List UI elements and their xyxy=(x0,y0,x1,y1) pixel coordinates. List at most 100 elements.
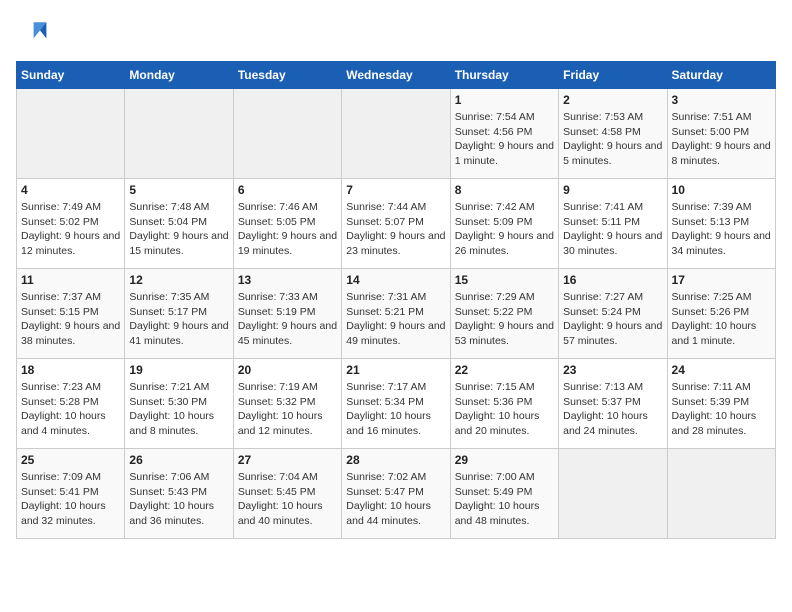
calendar-cell: 28 Sunrise: 7:02 AMSunset: 5:47 PMDayligh… xyxy=(342,449,450,539)
calendar-cell xyxy=(233,89,341,179)
column-header-thursday: Thursday xyxy=(450,62,558,89)
calendar-cell: 1 Sunrise: 7:54 AMSunset: 4:56 PMDaylight… xyxy=(450,89,558,179)
calendar-week-row: 11 Sunrise: 7:37 AMSunset: 5:15 PMDayligh… xyxy=(17,269,776,359)
day-number: 3 xyxy=(672,93,771,107)
day-number: 25 xyxy=(21,453,120,467)
calendar-cell: 6Sunrise: 7:46 AMSunset: 5:05 PMDaylight… xyxy=(233,179,341,269)
calendar-cell: 8 Sunrise: 7:42 AMSunset: 5:09 PMDaylight… xyxy=(450,179,558,269)
day-info: Sunrise: 7:51 AMSunset: 5:00 PMDaylight:… xyxy=(672,110,771,169)
day-info: Sunrise: 7:19 AMSunset: 5:32 PMDaylight:… xyxy=(238,380,337,439)
day-number: 26 xyxy=(129,453,228,467)
day-number: 5 xyxy=(129,183,228,197)
calendar-cell: 23 Sunrise: 7:13 AMSunset: 5:37 PMDayligh… xyxy=(559,359,667,449)
logo-icon xyxy=(16,16,48,48)
day-number: 14 xyxy=(346,273,445,287)
day-number: 4 xyxy=(21,183,120,197)
day-info: Sunrise: 7:11 AMSunset: 5:39 PMDaylight:… xyxy=(672,380,771,439)
calendar-cell: 22 Sunrise: 7:15 AMSunset: 5:36 PMDayligh… xyxy=(450,359,558,449)
day-info: Sunrise: 7:09 AMSunset: 5:41 PMDaylight:… xyxy=(21,470,120,529)
day-info: Sunrise: 7:21 AMSunset: 5:30 PMDaylight:… xyxy=(129,380,228,439)
day-number: 12 xyxy=(129,273,228,287)
calendar-cell: 27 Sunrise: 7:04 AMSunset: 5:45 PMDayligh… xyxy=(233,449,341,539)
day-number: 1 xyxy=(455,93,554,107)
calendar-header-row: SundayMondayTuesdayWednesdayThursdayFrid… xyxy=(17,62,776,89)
day-info: Sunrise: 7:35 AMSunset: 5:17 PMDaylight:… xyxy=(129,290,228,349)
calendar-cell xyxy=(667,449,775,539)
day-number: 20 xyxy=(238,363,337,377)
day-info: Sunrise: 7:53 AMSunset: 4:58 PMDaylight:… xyxy=(563,110,662,169)
calendar-cell: 14 Sunrise: 7:31 AMSunset: 5:21 PMDayligh… xyxy=(342,269,450,359)
day-number: 8 xyxy=(455,183,554,197)
day-number: 19 xyxy=(129,363,228,377)
day-number: 24 xyxy=(672,363,771,377)
calendar-cell: 10 Sunrise: 7:39 AMSunset: 5:13 PMDayligh… xyxy=(667,179,775,269)
calendar-week-row: 1 Sunrise: 7:54 AMSunset: 4:56 PMDaylight… xyxy=(17,89,776,179)
calendar-cell: 11 Sunrise: 7:37 AMSunset: 5:15 PMDayligh… xyxy=(17,269,125,359)
day-info: Sunrise: 7:37 AMSunset: 5:15 PMDaylight:… xyxy=(21,290,120,349)
day-number: 2 xyxy=(563,93,662,107)
calendar-cell: 24 Sunrise: 7:11 AMSunset: 5:39 PMDayligh… xyxy=(667,359,775,449)
day-number: 23 xyxy=(563,363,662,377)
calendar-cell: 7 Sunrise: 7:44 AMSunset: 5:07 PMDaylight… xyxy=(342,179,450,269)
day-info: Sunrise: 7:13 AMSunset: 5:37 PMDaylight:… xyxy=(563,380,662,439)
day-number: 15 xyxy=(455,273,554,287)
calendar-cell: 26 Sunrise: 7:06 AMSunset: 5:43 PMDayligh… xyxy=(125,449,233,539)
day-info: Sunrise: 7:15 AMSunset: 5:36 PMDaylight:… xyxy=(455,380,554,439)
column-header-wednesday: Wednesday xyxy=(342,62,450,89)
day-info: Sunrise: 7:44 AMSunset: 5:07 PMDaylight:… xyxy=(346,200,445,259)
day-info: Sunrise: 7:02 AMSunset: 5:47 PMDaylight:… xyxy=(346,470,445,529)
day-info: Sunrise: 7:41 AMSunset: 5:11 PMDaylight:… xyxy=(563,200,662,259)
column-header-tuesday: Tuesday xyxy=(233,62,341,89)
calendar-table: SundayMondayTuesdayWednesdayThursdayFrid… xyxy=(16,61,776,539)
calendar-week-row: 25 Sunrise: 7:09 AMSunset: 5:41 PMDayligh… xyxy=(17,449,776,539)
day-number: 13 xyxy=(238,273,337,287)
day-info: Sunrise: 7:04 AMSunset: 5:45 PMDaylight:… xyxy=(238,470,337,529)
day-info: Sunrise: 7:27 AMSunset: 5:24 PMDaylight:… xyxy=(563,290,662,349)
calendar-cell: 3 Sunrise: 7:51 AMSunset: 5:00 PMDaylight… xyxy=(667,89,775,179)
calendar-cell: 16 Sunrise: 7:27 AMSunset: 5:24 PMDayligh… xyxy=(559,269,667,359)
day-info: Sunrise: 7:29 AMSunset: 5:22 PMDaylight:… xyxy=(455,290,554,349)
day-number: 9 xyxy=(563,183,662,197)
day-info: Sunrise: 7:49 AMSunset: 5:02 PMDaylight:… xyxy=(21,200,120,259)
day-number: 27 xyxy=(238,453,337,467)
day-number: 16 xyxy=(563,273,662,287)
calendar-cell xyxy=(125,89,233,179)
calendar-cell: 25 Sunrise: 7:09 AMSunset: 5:41 PMDayligh… xyxy=(17,449,125,539)
day-number: 11 xyxy=(21,273,120,287)
calendar-cell: 19 Sunrise: 7:21 AMSunset: 5:30 PMDayligh… xyxy=(125,359,233,449)
calendar-cell: 20 Sunrise: 7:19 AMSunset: 5:32 PMDayligh… xyxy=(233,359,341,449)
day-info: Sunrise: 7:54 AMSunset: 4:56 PMDaylight:… xyxy=(455,110,554,169)
column-header-monday: Monday xyxy=(125,62,233,89)
day-number: 17 xyxy=(672,273,771,287)
calendar-week-row: 4 Sunrise: 7:49 AMSunset: 5:02 PMDaylight… xyxy=(17,179,776,269)
day-info: Sunrise: 7:39 AMSunset: 5:13 PMDaylight:… xyxy=(672,200,771,259)
day-number: 10 xyxy=(672,183,771,197)
day-number: 6 xyxy=(238,183,337,197)
day-number: 28 xyxy=(346,453,445,467)
day-number: 7 xyxy=(346,183,445,197)
day-number: 22 xyxy=(455,363,554,377)
column-header-sunday: Sunday xyxy=(17,62,125,89)
calendar-cell: 2 Sunrise: 7:53 AMSunset: 4:58 PMDaylight… xyxy=(559,89,667,179)
day-number: 21 xyxy=(346,363,445,377)
day-number: 18 xyxy=(21,363,120,377)
calendar-cell: 12 Sunrise: 7:35 AMSunset: 5:17 PMDayligh… xyxy=(125,269,233,359)
calendar-cell: 4 Sunrise: 7:49 AMSunset: 5:02 PMDaylight… xyxy=(17,179,125,269)
calendar-cell: 29 Sunrise: 7:00 AMSunset: 5:49 PMDayligh… xyxy=(450,449,558,539)
day-info: Sunrise: 7:06 AMSunset: 5:43 PMDaylight:… xyxy=(129,470,228,529)
calendar-week-row: 18Sunrise: 7:23 AMSunset: 5:28 PMDayligh… xyxy=(17,359,776,449)
calendar-cell: 15 Sunrise: 7:29 AMSunset: 5:22 PMDayligh… xyxy=(450,269,558,359)
day-info: Sunrise: 7:42 AMSunset: 5:09 PMDaylight:… xyxy=(455,200,554,259)
logo xyxy=(16,16,48,53)
page-header xyxy=(16,16,776,53)
calendar-cell: 17 Sunrise: 7:25 AMSunset: 5:26 PMDayligh… xyxy=(667,269,775,359)
day-number: 29 xyxy=(455,453,554,467)
day-info: Sunrise: 7:33 AMSunset: 5:19 PMDaylight:… xyxy=(238,290,337,349)
day-info: Sunrise: 7:31 AMSunset: 5:21 PMDaylight:… xyxy=(346,290,445,349)
day-info: Sunrise: 7:25 AMSunset: 5:26 PMDaylight:… xyxy=(672,290,771,349)
calendar-cell: 13 Sunrise: 7:33 AMSunset: 5:19 PMDayligh… xyxy=(233,269,341,359)
column-header-saturday: Saturday xyxy=(667,62,775,89)
day-info: Sunrise: 7:00 AMSunset: 5:49 PMDaylight:… xyxy=(455,470,554,529)
calendar-cell xyxy=(342,89,450,179)
column-header-friday: Friday xyxy=(559,62,667,89)
